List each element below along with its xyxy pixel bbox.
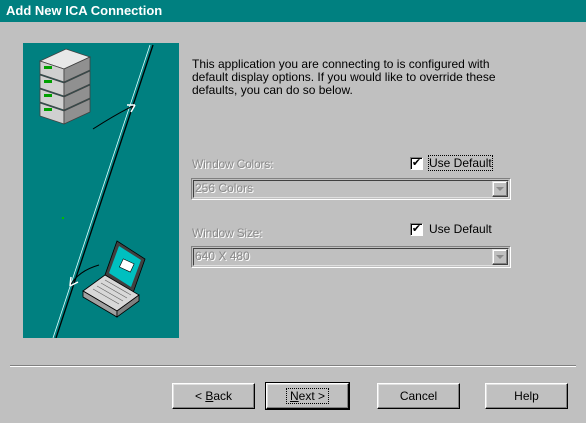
checkmark-icon: ✔ bbox=[410, 222, 423, 236]
window-colors-use-default-checkbox[interactable]: ✔ Use Default bbox=[410, 155, 493, 171]
window-size-value: 640 X 480 bbox=[195, 249, 250, 263]
window-title: Add New ICA Connection bbox=[6, 3, 163, 18]
checkmark-icon: ✔ bbox=[410, 156, 423, 170]
back-button[interactable]: < Back bbox=[172, 383, 255, 409]
help-button[interactable]: Help bbox=[485, 383, 568, 409]
window-colors-value: 256 Colors bbox=[195, 181, 254, 195]
wizard-illustration bbox=[23, 43, 179, 339]
window-size-label: Window Size: bbox=[192, 226, 263, 240]
server-stack-icon bbox=[38, 48, 92, 125]
dropdown-arrow-icon[interactable] bbox=[492, 249, 508, 265]
network-illustration bbox=[38, 44, 154, 339]
window-colors-use-default-label: Use Default bbox=[428, 155, 493, 171]
window-size-select[interactable]: 640 X 480 bbox=[191, 246, 511, 268]
next-button[interactable]: Next > bbox=[265, 382, 350, 410]
window-colors-select[interactable]: 256 Colors bbox=[191, 178, 511, 200]
window-size-use-default-checkbox[interactable]: ✔ Use Default bbox=[410, 222, 492, 236]
window-colors-label: Window Colors: bbox=[192, 157, 274, 171]
title-bar: Add New ICA Connection bbox=[0, 0, 586, 22]
cancel-button[interactable]: Cancel bbox=[377, 383, 460, 409]
footer-divider bbox=[10, 365, 576, 367]
laptop-icon bbox=[82, 240, 146, 318]
window-size-use-default-label: Use Default bbox=[429, 222, 492, 236]
intro-text: This application you are connecting to i… bbox=[192, 57, 496, 97]
dropdown-arrow-icon[interactable] bbox=[492, 181, 508, 197]
